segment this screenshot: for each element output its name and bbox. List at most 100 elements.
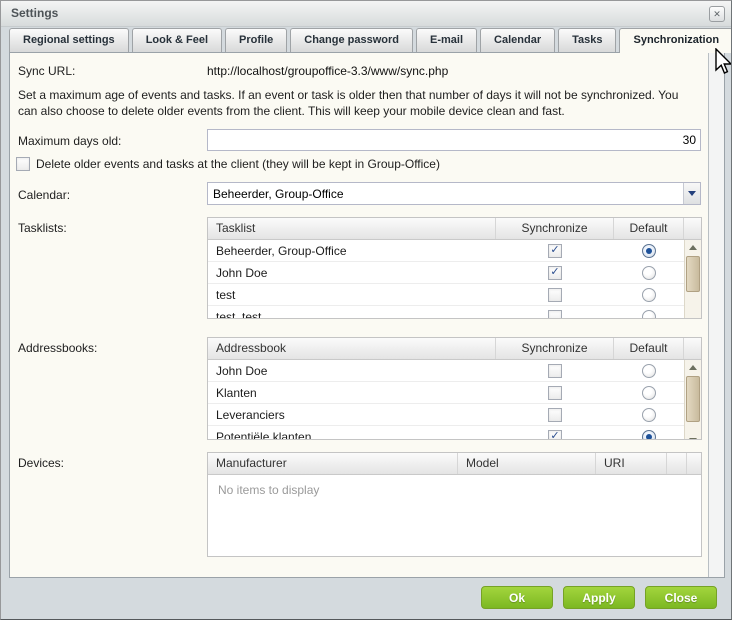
table-row[interactable]: Beheerder, Group-Office ✓ bbox=[208, 240, 684, 262]
footer: Ok Apply Close bbox=[1, 578, 731, 619]
delete-older-checkbox[interactable]: ✓ bbox=[16, 157, 30, 171]
row-label: John Doe bbox=[208, 266, 496, 280]
tab-synchronization[interactable]: Synchronization bbox=[619, 28, 732, 53]
default-radio[interactable] bbox=[642, 310, 656, 320]
devices-label: Devices: bbox=[18, 456, 64, 470]
synchronize-checkbox[interactable]: ✓ bbox=[548, 408, 562, 422]
devices-grid: Manufacturer Model URI No items to displ… bbox=[207, 452, 702, 557]
column-header-tasklist[interactable]: Tasklist bbox=[208, 218, 496, 239]
default-radio[interactable] bbox=[642, 430, 656, 441]
column-header-synchronize[interactable]: Synchronize bbox=[496, 218, 614, 239]
tab-profile[interactable]: Profile bbox=[225, 28, 287, 52]
row-label: John Doe bbox=[208, 364, 496, 378]
window-title: Settings bbox=[11, 1, 58, 26]
column-header-manufacturer[interactable]: Manufacturer bbox=[208, 453, 458, 474]
vertical-scrollbar[interactable] bbox=[684, 240, 701, 319]
apply-button[interactable]: Apply bbox=[563, 586, 635, 609]
max-days-label: Maximum days old: bbox=[18, 134, 121, 148]
devices-empty-text: No items to display bbox=[218, 483, 319, 497]
titlebar[interactable]: Settings ✕ bbox=[1, 1, 731, 27]
check-icon: ✓ bbox=[550, 431, 559, 440]
column-header-uri[interactable]: URI bbox=[596, 453, 667, 474]
calendar-label: Calendar: bbox=[18, 188, 70, 202]
scroll-thumb[interactable] bbox=[686, 376, 700, 422]
tab-e-mail[interactable]: E-mail bbox=[416, 28, 477, 52]
synchronize-checkbox[interactable]: ✓ bbox=[548, 244, 562, 258]
tasklists-grid-header: Tasklist Synchronize Default bbox=[208, 218, 701, 240]
sync-url-value: http://localhost/groupoffice-3.3/www/syn… bbox=[207, 64, 448, 78]
tab-look-feel[interactable]: Look & Feel bbox=[132, 28, 222, 52]
column-header-model[interactable]: Model bbox=[458, 453, 596, 474]
delete-older-row: ✓ Delete older events and tasks at the c… bbox=[16, 157, 440, 171]
column-header-addressbook[interactable]: Addressbook bbox=[208, 338, 496, 359]
synchronization-form: Sync URL: http://localhost/groupoffice-3… bbox=[10, 53, 709, 577]
table-row[interactable]: Leveranciers ✓ bbox=[208, 404, 684, 426]
addressbooks-label: Addressbooks: bbox=[18, 341, 97, 355]
scroll-thumb[interactable] bbox=[686, 256, 700, 292]
vertical-scrollbar[interactable] bbox=[684, 360, 701, 440]
scroll-down-icon[interactable] bbox=[685, 313, 701, 319]
table-row[interactable]: John Doe ✓ bbox=[208, 262, 684, 284]
tasklists-grid: Tasklist Synchronize Default Beheerder, … bbox=[207, 217, 702, 319]
devices-grid-body: No items to display bbox=[208, 475, 701, 556]
tab-regional-settings[interactable]: Regional settings bbox=[9, 28, 129, 52]
synchronize-checkbox[interactable]: ✓ bbox=[548, 430, 562, 441]
default-radio[interactable] bbox=[642, 266, 656, 280]
column-header-stub bbox=[687, 453, 701, 474]
column-header-default[interactable]: Default bbox=[614, 338, 684, 359]
sync-url-label: Sync URL: bbox=[18, 64, 75, 78]
tasklists-rows: Beheerder, Group-Office ✓ John Doe ✓ tes… bbox=[208, 240, 684, 319]
scroll-up-icon[interactable] bbox=[685, 360, 701, 375]
delete-older-label: Delete older events and tasks at the cli… bbox=[36, 157, 440, 171]
description-text: Set a maximum age of events and tasks. I… bbox=[18, 87, 700, 119]
row-label: Beheerder, Group-Office bbox=[208, 244, 496, 258]
tasklists-grid-body: Beheerder, Group-Office ✓ John Doe ✓ tes… bbox=[208, 240, 701, 319]
column-header-stub bbox=[684, 338, 701, 359]
column-header-stub bbox=[667, 453, 687, 474]
check-icon: ✓ bbox=[550, 267, 559, 278]
calendar-combo-input[interactable] bbox=[208, 183, 683, 204]
column-header-stub bbox=[684, 218, 701, 239]
default-radio[interactable] bbox=[642, 408, 656, 422]
tab-tasks[interactable]: Tasks bbox=[558, 28, 616, 52]
row-label: Klanten bbox=[208, 386, 496, 400]
tab-calendar[interactable]: Calendar bbox=[480, 28, 555, 52]
row-label: test bbox=[208, 288, 496, 302]
chevron-down-icon[interactable] bbox=[683, 183, 700, 204]
scroll-down-icon[interactable] bbox=[685, 433, 701, 440]
row-label: Potentiële klanten bbox=[208, 430, 496, 441]
row-label: Leveranciers bbox=[208, 408, 496, 422]
addressbooks-grid-body: John Doe ✓ Klanten ✓ Leveranciers ✓ Pote… bbox=[208, 360, 701, 440]
table-row[interactable]: Klanten ✓ bbox=[208, 382, 684, 404]
max-days-input[interactable] bbox=[207, 129, 701, 151]
settings-window: Settings ✕ Regional settingsLook & FeelP… bbox=[0, 0, 732, 620]
addressbooks-grid: Addressbook Synchronize Default John Doe… bbox=[207, 337, 702, 440]
ok-button[interactable]: Ok bbox=[481, 586, 553, 609]
tab-panel: Sync URL: http://localhost/groupoffice-3… bbox=[9, 52, 725, 578]
column-header-synchronize[interactable]: Synchronize bbox=[496, 338, 614, 359]
synchronize-checkbox[interactable]: ✓ bbox=[548, 266, 562, 280]
close-icon[interactable]: ✕ bbox=[709, 6, 725, 22]
default-radio[interactable] bbox=[642, 288, 656, 302]
table-row[interactable]: test_test ✓ bbox=[208, 306, 684, 319]
close-button[interactable]: Close bbox=[645, 586, 717, 609]
check-icon: ✓ bbox=[550, 245, 559, 256]
addressbooks-grid-header: Addressbook Synchronize Default bbox=[208, 338, 701, 360]
tab-change-password[interactable]: Change password bbox=[290, 28, 413, 52]
synchronize-checkbox[interactable]: ✓ bbox=[548, 310, 562, 320]
synchronize-checkbox[interactable]: ✓ bbox=[548, 386, 562, 400]
tab-bar: Regional settingsLook & FeelProfileChang… bbox=[9, 28, 725, 53]
scroll-up-icon[interactable] bbox=[685, 240, 701, 255]
synchronize-checkbox[interactable]: ✓ bbox=[548, 364, 562, 378]
row-label: test_test bbox=[208, 310, 496, 320]
table-row[interactable]: John Doe ✓ bbox=[208, 360, 684, 382]
table-row[interactable]: Potentiële klanten ✓ bbox=[208, 426, 684, 440]
synchronize-checkbox[interactable]: ✓ bbox=[548, 288, 562, 302]
calendar-combo[interactable] bbox=[207, 182, 701, 205]
default-radio[interactable] bbox=[642, 244, 656, 258]
table-row[interactable]: test ✓ bbox=[208, 284, 684, 306]
addressbooks-rows: John Doe ✓ Klanten ✓ Leveranciers ✓ Pote… bbox=[208, 360, 684, 440]
default-radio[interactable] bbox=[642, 364, 656, 378]
default-radio[interactable] bbox=[642, 386, 656, 400]
column-header-default[interactable]: Default bbox=[614, 218, 684, 239]
